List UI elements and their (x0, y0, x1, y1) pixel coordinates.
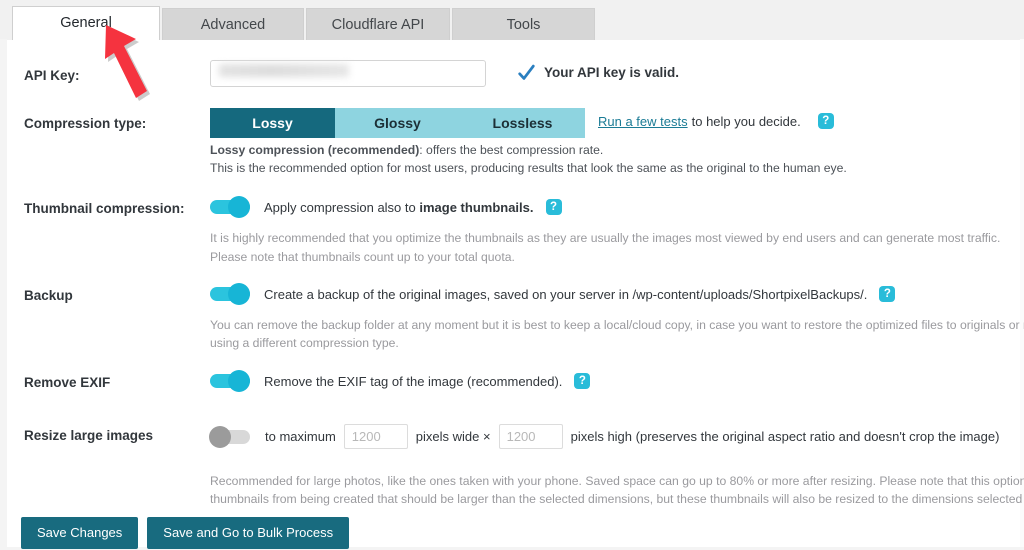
remove-exif-text: Remove the EXIF tag of the image (recomm… (264, 373, 563, 389)
settings-page: General Advanced Cloudflare API Tools AP… (0, 0, 1024, 550)
resize-mid-text: pixels wide × (415, 429, 491, 444)
resize-large-images-toggle[interactable] (209, 425, 250, 448)
toggle-knob (228, 196, 250, 218)
api-key-status: Your API key is valid. (518, 64, 679, 81)
compression-option-glossy[interactable]: Glossy (335, 108, 460, 138)
active-tab-underlap (13, 39, 159, 42)
resize-note-line-2: thumbnails from being created that shoul… (210, 492, 1024, 506)
tab-advanced[interactable]: Advanced (162, 8, 304, 40)
check-icon (518, 64, 535, 80)
compression-note-rest: : offers the best compression rate. (419, 143, 604, 157)
save-and-go-to-bulk-process-button[interactable]: Save and Go to Bulk Process (147, 517, 350, 549)
backup-label: Backup (24, 288, 73, 303)
resize-large-images-control: to maximum pixels wide × pixels high (pr… (209, 424, 1000, 449)
compression-type-label: Compression type: (24, 116, 147, 131)
remove-exif-help-icon[interactable]: ? (574, 373, 591, 389)
thumbnail-note-line-1: It is highly recommended that you optimi… (210, 231, 1001, 245)
compression-note-line-2: This is the recommended option for most … (210, 161, 847, 175)
run-tests-tail-text: to help you decide. (691, 113, 801, 129)
toggle-knob (209, 425, 231, 448)
thumbnail-compression-text: Apply compression also to image thumbnai… (264, 200, 534, 215)
resize-large-images-label: Resize large images (24, 428, 154, 443)
thumbnail-compression-toggle[interactable] (210, 196, 250, 218)
compression-note-bold: Lossy compression (recommended) (210, 143, 420, 157)
thumbnail-help-icon[interactable]: ? (545, 199, 562, 215)
backup-text: Create a backup of the original images, … (264, 286, 868, 302)
thumbnail-compression-label: Thumbnail compression: (24, 201, 185, 216)
backup-control: Create a backup of the original images, … (210, 283, 896, 305)
thumbnail-compression-control: Apply compression also to image thumbnai… (210, 196, 562, 218)
footer-button-bar: Save Changes Save and Go to Bulk Process (21, 517, 350, 549)
api-key-label: API Key: (24, 68, 80, 83)
thumbnail-text-lead: Apply compression also to (264, 199, 420, 215)
tab-general[interactable]: General (12, 6, 160, 40)
backup-help-icon[interactable]: ? (879, 286, 896, 302)
toggle-knob (228, 283, 250, 305)
resize-width-input[interactable] (343, 424, 408, 449)
run-tests-hint: Run a few tests to help you decide. ? (598, 113, 834, 129)
compression-help-icon[interactable]: ? (817, 113, 834, 129)
backup-note-line-1: You can remove the backup folder at any … (210, 318, 1024, 332)
remove-exif-toggle[interactable] (210, 370, 250, 392)
remove-exif-label: Remove EXIF (24, 375, 111, 390)
api-key-input[interactable] (210, 60, 486, 87)
tab-tools[interactable]: Tools (452, 8, 595, 40)
toggle-knob (228, 370, 250, 392)
resize-tail-text: pixels high (preserves the original aspe… (570, 429, 1000, 444)
backup-toggle[interactable] (210, 283, 250, 305)
compression-option-lossy[interactable]: Lossy (210, 108, 335, 138)
backup-note-line-2: using a different compression type. (210, 336, 399, 350)
thumbnail-text-bold: image thumbnails. (419, 199, 534, 215)
run-a-few-tests-link[interactable]: Run a few tests (598, 114, 688, 129)
resize-note-line-1: Recommended for large photos, like the o… (210, 474, 1024, 488)
resize-lead-text: to maximum (265, 429, 336, 444)
compression-type-segmented-control: Lossy Glossy Lossless (210, 108, 585, 138)
resize-height-input[interactable] (498, 424, 563, 449)
settings-tab-bar: General Advanced Cloudflare API Tools (12, 6, 597, 40)
compression-note-line-1: Lossy compression (recommended): offers … (210, 141, 603, 160)
tab-cloudflare-api[interactable]: Cloudflare API (306, 8, 450, 40)
remove-exif-control: Remove the EXIF tag of the image (recomm… (210, 370, 591, 392)
save-changes-button[interactable]: Save Changes (21, 517, 139, 549)
api-key-field-wrap (210, 60, 486, 87)
api-key-status-text: Your API key is valid. (544, 65, 680, 80)
thumbnail-note-line-2: Please note that thumbnails count up to … (210, 250, 515, 264)
compression-option-lossless[interactable]: Lossless (460, 108, 585, 138)
page-edge-left (0, 39, 7, 550)
